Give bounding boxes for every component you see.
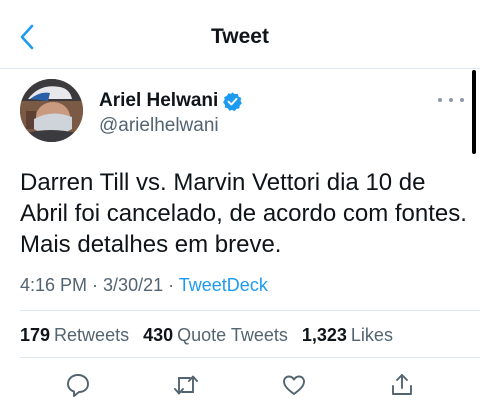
tweet-date: 3/30/21: [103, 275, 164, 295]
tweet-source-link[interactable]: TweetDeck: [179, 275, 268, 295]
dot: [460, 98, 464, 102]
action-bar: [0, 370, 480, 406]
page-title: Tweet: [211, 25, 269, 48]
divider: [20, 310, 480, 311]
scrollbar[interactable]: [472, 70, 476, 154]
retweets-count: 179: [20, 325, 51, 345]
more-dots-icon[interactable]: [438, 90, 464, 110]
like-button[interactable]: [279, 370, 309, 400]
avatar[interactable]: [20, 79, 83, 142]
retweets-stat[interactable]: 179 Retweets: [20, 325, 129, 346]
retweets-label: Retweets: [54, 325, 130, 345]
quotes-stat[interactable]: 430 Quote Tweets: [143, 325, 288, 346]
tweet-stats: 179 Retweets 430 Quote Tweets 1,323 Likes: [20, 325, 393, 346]
likes-stat[interactable]: 1,323 Likes: [302, 325, 393, 346]
divider: [20, 357, 480, 358]
quotes-label: Quote Tweets: [177, 325, 288, 345]
avatar-image: [20, 79, 83, 142]
retweet-button[interactable]: [171, 370, 201, 400]
likes-count: 1,323: [301, 325, 347, 345]
like-icon: [283, 375, 305, 395]
dot: [438, 98, 442, 102]
top-bar: Tweet: [0, 0, 480, 70]
reply-icon: [67, 374, 89, 397]
tweet-meta: 4:16 PM · 3/30/21 · TweetDeck: [20, 275, 268, 296]
retweet-icon: [174, 375, 198, 395]
header-divider: [0, 68, 480, 69]
reply-button[interactable]: [63, 370, 93, 400]
quotes-count: 430: [143, 325, 174, 345]
author-name[interactable]: Ariel Helwani: [99, 90, 218, 112]
verified-badge-icon: [223, 91, 243, 111]
tweet-text: Darren Till vs. Marvin Vettori dia 10 de…: [20, 169, 467, 258]
likes-label: Likes: [350, 325, 393, 345]
tweet-time: 4:16 PM: [20, 275, 88, 295]
share-icon: [392, 374, 412, 395]
dot: [449, 98, 453, 102]
author-handle[interactable]: @arielhelwani: [99, 115, 219, 137]
meta-separator: ·: [87, 275, 104, 295]
meta-separator: ·: [163, 275, 179, 295]
author-name-row[interactable]: Ariel Helwani: [99, 90, 243, 112]
share-button[interactable]: [387, 370, 417, 400]
